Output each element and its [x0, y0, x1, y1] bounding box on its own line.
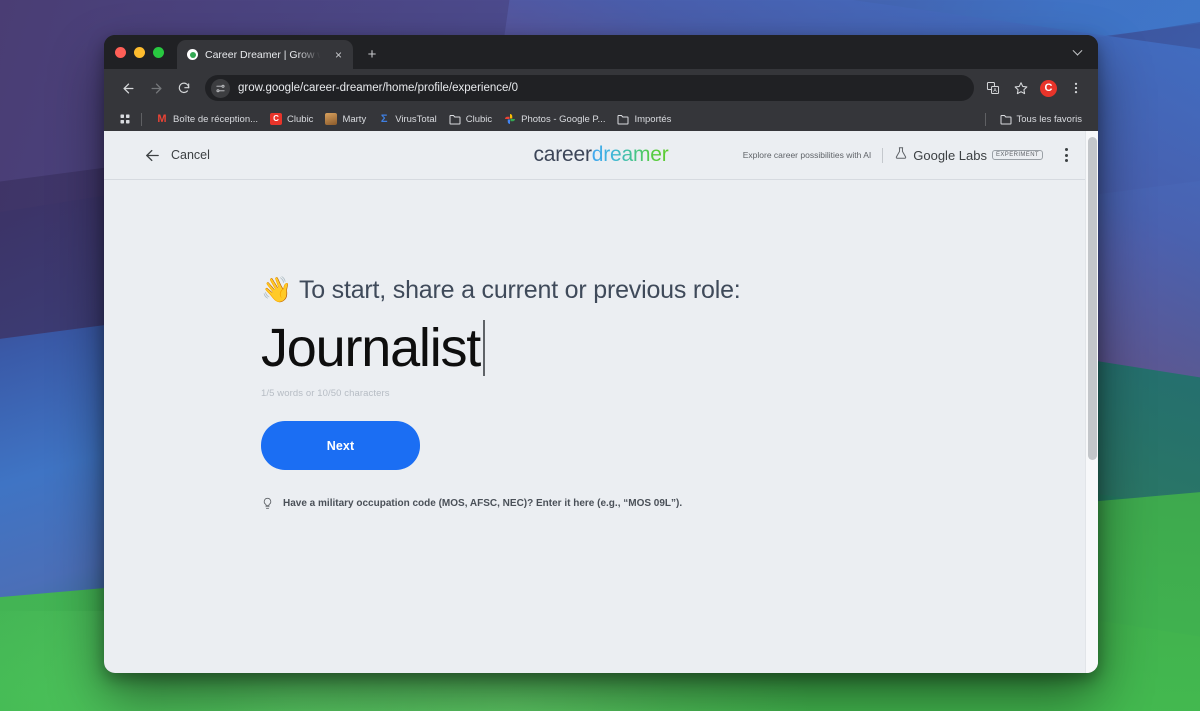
chevron-down-icon: [1072, 45, 1082, 56]
gmail-icon: M: [157, 112, 167, 125]
bookmark-virustotal[interactable]: Σ VirusTotal: [372, 111, 443, 127]
all-bookmarks-area: Tous les favoris: [977, 111, 1088, 127]
bookmark-label: Marty: [342, 113, 367, 125]
tab-title: Career Dreamer | Grow with G: [205, 48, 324, 61]
all-bookmarks-label: Tous les favoris: [1016, 113, 1082, 125]
app-overflow-menu-button[interactable]: [1056, 145, 1076, 165]
browser-toolbar: grow.google/career-dreamer/home/profile/…: [104, 69, 1098, 107]
bookmark-label: VirusTotal: [395, 113, 437, 125]
reload-button[interactable]: [171, 75, 197, 101]
browser-tab[interactable]: Career Dreamer | Grow with G ×: [177, 40, 353, 69]
folder-icon: [1000, 113, 1012, 125]
bookmark-label: Photos - Google P...: [521, 113, 606, 125]
bookmark-gmail[interactable]: M Boîte de réception...: [150, 111, 264, 127]
close-tab-button[interactable]: ×: [331, 47, 346, 62]
experiment-badge: EXPERIMENT: [991, 149, 1043, 161]
bookmarks-bar: M Boîte de réception... C Clubic Marty Σ…: [104, 107, 1098, 131]
back-arrow-icon: [144, 147, 161, 164]
tab-search-button[interactable]: [1064, 40, 1090, 66]
forward-arrow-icon: [151, 83, 161, 93]
folder-icon: [449, 113, 461, 125]
google-labs-label: Google Labs: [913, 147, 987, 163]
page-title-text: To start, share a current or previous ro…: [298, 276, 741, 304]
virustotal-icon: Σ: [380, 112, 388, 125]
waving-hand-icon: 👋: [261, 276, 292, 304]
logo-word-dreamer: dreamer: [591, 143, 669, 166]
apps-grid-icon: [120, 114, 129, 124]
logo-word-career: career: [533, 143, 592, 166]
divider: [882, 147, 884, 163]
url-text: grow.google/career-dreamer/home/profile/…: [238, 82, 518, 94]
browser-menu-button[interactable]: [1063, 75, 1089, 101]
translate-button[interactable]: A: [980, 75, 1006, 101]
tagline: Explore career possibilities with AI: [742, 150, 872, 160]
minimize-window-button[interactable]: [134, 46, 145, 58]
google-photos-icon: [504, 113, 516, 125]
google-labs-badge[interactable]: Google Labs EXPERIMENT: [894, 146, 1043, 165]
new-tab-button[interactable]: +: [359, 41, 385, 67]
flask-icon: [894, 146, 908, 165]
folder-icon: [617, 113, 629, 125]
maximize-window-button[interactable]: [153, 46, 164, 58]
career-dreamer-favicon: [187, 49, 198, 60]
bookmark-label: Boîte de réception...: [173, 113, 259, 125]
bookmark-google-photos[interactable]: Photos - Google P...: [498, 111, 611, 127]
browser-window: Career Dreamer | Grow with G × +: [104, 35, 1098, 673]
header-right-group: Explore career possibilities with AI Goo…: [743, 145, 1076, 165]
site-settings-button[interactable]: [211, 78, 230, 98]
lightbulb-icon: [261, 497, 274, 510]
role-input-value: Journalist: [261, 318, 481, 378]
bookmark-label: Clubic: [465, 113, 493, 125]
tune-sliders-icon: [216, 84, 225, 92]
career-dreamer-logo: careerdreamer: [533, 143, 668, 167]
kebab-dot: [1064, 148, 1068, 151]
divider: [984, 112, 986, 126]
address-bar[interactable]: grow.google/career-dreamer/home/profile/…: [205, 75, 974, 101]
scrollbar-thumb[interactable]: [1088, 137, 1097, 460]
kebab-dot: [1064, 153, 1068, 157]
page-viewport: Cancel careerdreamer Explore career poss…: [104, 131, 1098, 673]
kebab-menu-icon: [1074, 82, 1078, 94]
tab-strip: Career Dreamer | Grow with G × +: [104, 35, 1098, 69]
window-traffic-lights: [115, 35, 177, 69]
clubic-icon: C: [270, 113, 283, 125]
role-input-field[interactable]: Journalist: [261, 317, 1098, 379]
divider: [141, 112, 142, 126]
reload-icon: [178, 82, 190, 94]
bookmark-label: Clubic: [287, 113, 314, 125]
bookmark-star-button[interactable]: [1008, 75, 1034, 101]
profile-avatar[interactable]: C: [1040, 79, 1057, 97]
google-photos-glyph: [505, 114, 516, 124]
desktop-wallpaper: Career Dreamer | Grow with G × +: [0, 0, 1200, 711]
bookmark-folder-importes[interactable]: Importés: [611, 111, 677, 127]
page-title: 👋 To start, share a current or previous …: [261, 276, 1098, 305]
page-scrollbar[interactable]: [1085, 131, 1098, 673]
main-content: 👋 To start, share a current or previous …: [104, 180, 1098, 673]
cancel-label: Cancel: [171, 148, 210, 162]
back-button[interactable]: [115, 75, 141, 101]
app-header: Cancel careerdreamer Explore career poss…: [104, 131, 1098, 180]
back-arrow-icon: [123, 83, 133, 93]
bookmark-folder-clubic[interactable]: Clubic: [443, 111, 498, 127]
text-caret: [483, 320, 485, 376]
hint-text: Have a military occupation code (MOS, AF…: [283, 498, 683, 509]
all-bookmarks-button[interactable]: Tous les favoris: [994, 111, 1088, 127]
bookmark-marty[interactable]: Marty: [319, 111, 372, 127]
cancel-button[interactable]: Cancel: [144, 147, 210, 164]
star-icon: [1014, 82, 1028, 95]
translate-icon: A: [986, 81, 1000, 94]
character-counter: 1/5 words or 10/50 characters: [261, 388, 390, 399]
kebab-dot: [1064, 159, 1068, 162]
next-button[interactable]: Next: [261, 421, 420, 470]
close-window-button[interactable]: [115, 46, 126, 58]
forward-button[interactable]: [143, 75, 169, 101]
marty-avatar-icon: [325, 113, 338, 125]
bookmark-label: Importés: [634, 113, 672, 125]
bookmark-clubic[interactable]: C Clubic: [264, 111, 319, 127]
apps-grid-button[interactable]: [116, 111, 133, 128]
svg-text:A: A: [993, 88, 997, 94]
military-code-hint: Have a military occupation code (MOS, AF…: [261, 497, 1098, 510]
